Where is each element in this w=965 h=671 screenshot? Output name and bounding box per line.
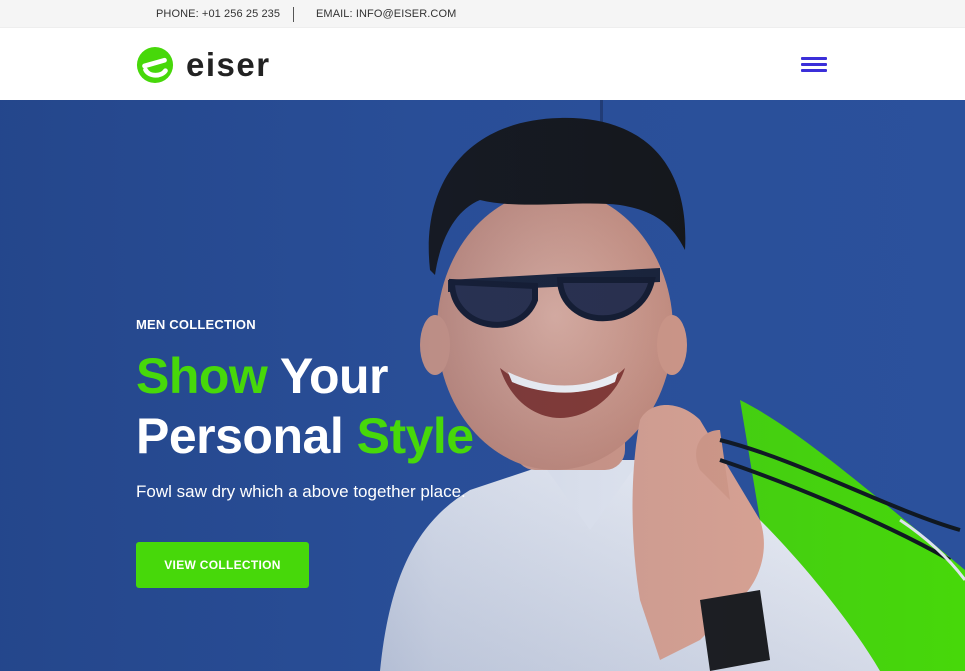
contact-divider: [293, 7, 294, 22]
headline-word-show: Show: [136, 348, 268, 404]
hero-headline: Show Your Personal Style: [136, 346, 474, 466]
collection-eyebrow: MEN COLLECTION: [136, 317, 256, 332]
email-contact[interactable]: EMAIL: INFO@EISER.COM: [316, 8, 456, 20]
hero-banner: MEN COLLECTION Show Your Personal Style …: [0, 100, 965, 671]
headline-word-your: Your: [267, 348, 389, 404]
phone-contact[interactable]: PHONE: +01 256 25 235: [156, 8, 280, 20]
hero-subtitle: Fowl saw dry which a above together plac…: [136, 482, 466, 501]
headline-word-style: Style: [356, 408, 475, 464]
menu-line: [801, 57, 827, 60]
menu-line: [801, 69, 827, 72]
top-contact-bar: PHONE: +01 256 25 235 EMAIL: INFO@EISER.…: [0, 0, 965, 28]
site-logo[interactable]: eiser: [136, 45, 271, 85]
headline-word-personal: Personal: [136, 408, 357, 464]
view-collection-button[interactable]: VIEW COLLECTION: [136, 542, 309, 588]
site-header: eiser: [0, 28, 965, 100]
logo-text: eiser: [186, 46, 271, 83]
logo-e-icon: [136, 46, 174, 84]
hamburger-menu-icon[interactable]: [800, 55, 828, 75]
menu-line: [801, 63, 827, 66]
